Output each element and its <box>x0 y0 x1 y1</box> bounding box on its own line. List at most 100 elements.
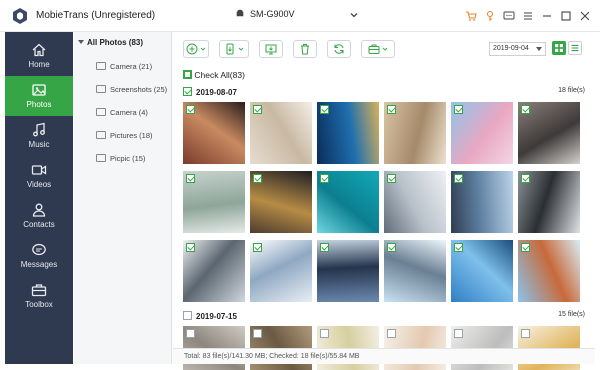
sidebar-item-contacts[interactable]: Contacts <box>5 196 73 236</box>
photo-checkbox[interactable] <box>186 243 195 252</box>
date-filter-select[interactable]: 2019-09-04 <box>489 42 546 56</box>
contacts-icon <box>32 203 46 217</box>
chevron-down-icon <box>382 47 388 51</box>
group-checkbox[interactable] <box>183 87 192 96</box>
export-to-device-button[interactable] <box>219 40 249 58</box>
date-group-header: 2019-07-15 15 file(s) <box>183 311 585 321</box>
menu-icon[interactable] <box>522 10 534 22</box>
toolbar <box>183 40 395 58</box>
album-all-photos[interactable]: All Photos (83) <box>78 38 143 47</box>
photo-thumbnail[interactable] <box>384 240 446 302</box>
group-date: 2019-07-15 <box>196 312 237 321</box>
album-panel: All Photos (83) Camera (21) Screenshots … <box>74 32 172 364</box>
photo-checkbox[interactable] <box>186 329 195 338</box>
photo-checkbox[interactable] <box>521 329 530 338</box>
photo-thumbnail[interactable] <box>183 240 245 302</box>
photo-thumbnail[interactable] <box>317 171 379 233</box>
add-button[interactable] <box>183 40 209 58</box>
device-name: SM-G900V <box>250 9 295 19</box>
photo-thumbnail[interactable] <box>451 240 513 302</box>
photo-thumbnail[interactable] <box>250 102 312 164</box>
sidebar-item-label: Photos <box>26 100 52 109</box>
photo-checkbox[interactable] <box>253 174 262 183</box>
photo-thumbnail[interactable] <box>183 102 245 164</box>
album-item[interactable]: Screenshots (25) <box>96 85 167 94</box>
photo-thumbnail[interactable] <box>250 240 312 302</box>
grid-view-icon <box>555 44 563 52</box>
photo-thumbnail[interactable] <box>384 102 446 164</box>
photo-checkbox[interactable] <box>454 329 463 338</box>
photo-thumbnail[interactable] <box>451 171 513 233</box>
photo-checkbox[interactable] <box>320 243 329 252</box>
album-item[interactable]: Picpic (15) <box>96 154 145 163</box>
sidebar-item-label: Contacts <box>23 220 55 229</box>
music-icon <box>33 122 45 137</box>
sidebar-item-videos[interactable]: Videos <box>5 156 73 196</box>
photo-checkbox[interactable] <box>454 174 463 183</box>
photo-checkbox[interactable] <box>454 105 463 114</box>
photo-thumbnail[interactable] <box>183 171 245 233</box>
grid-view-button[interactable] <box>552 41 566 55</box>
minimize-icon[interactable] <box>541 10 553 22</box>
photo-checkbox[interactable] <box>521 243 530 252</box>
album-item[interactable]: Pictures (18) <box>96 131 153 140</box>
refresh-button[interactable] <box>327 40 351 58</box>
sidebar-item-photos[interactable]: Photos <box>5 76 73 116</box>
photo-thumbnail[interactable] <box>384 171 446 233</box>
export-to-pc-button[interactable] <box>259 40 283 58</box>
delete-button[interactable] <box>293 40 317 58</box>
album-item-label: Picpic (15) <box>110 154 146 163</box>
photo-checkbox[interactable] <box>320 329 329 338</box>
photo-thumbnail[interactable] <box>518 240 580 302</box>
photo-checkbox[interactable] <box>253 243 262 252</box>
photo-checkbox[interactable] <box>320 105 329 114</box>
check-all-label: Check All(83) <box>194 70 245 80</box>
photo-thumbnail[interactable] <box>518 171 580 233</box>
photo-checkbox[interactable] <box>253 329 262 338</box>
key-icon[interactable] <box>484 10 496 22</box>
toolbox-more-button[interactable] <box>361 40 395 58</box>
check-all[interactable]: Check All(83) <box>183 70 245 80</box>
album-item[interactable]: Camera (21) <box>96 62 152 71</box>
photo-checkbox[interactable] <box>521 174 530 183</box>
photo-checkbox[interactable] <box>454 243 463 252</box>
chevron-down-icon[interactable] <box>349 10 359 20</box>
photo-checkbox[interactable] <box>521 105 530 114</box>
photo-thumbnail[interactable] <box>317 102 379 164</box>
group-count: 18 file(s) <box>558 87 585 94</box>
sidebar-item-label: Music <box>28 140 50 149</box>
chevron-down-icon <box>238 47 244 51</box>
export-to-pc-icon <box>265 44 277 55</box>
album-item[interactable]: Camera (4) <box>96 108 148 117</box>
sidebar-item-home[interactable]: Home <box>5 36 73 76</box>
cart-icon[interactable] <box>465 10 477 22</box>
list-view-button[interactable] <box>568 41 582 55</box>
photo-checkbox[interactable] <box>186 105 195 114</box>
photo-thumbnail[interactable] <box>451 102 513 164</box>
photo-checkbox[interactable] <box>186 174 195 183</box>
sidebar-item-messages[interactable]: Messages <box>5 236 73 276</box>
maximize-icon[interactable] <box>560 10 572 22</box>
sidebar-item-music[interactable]: Music <box>5 116 73 156</box>
group-date: 2019-08-07 <box>196 88 237 97</box>
group-checkbox[interactable] <box>183 311 192 320</box>
photo-checkbox[interactable] <box>253 105 262 114</box>
photo-checkbox[interactable] <box>387 243 396 252</box>
photo-thumbnail[interactable] <box>518 102 580 164</box>
sidebar-item-toolbox[interactable]: Toolbox <box>5 276 73 316</box>
device-selector[interactable]: SM-G900V <box>236 9 295 19</box>
photo-checkbox[interactable] <box>387 174 396 183</box>
feedback-icon[interactable] <box>503 10 515 22</box>
home-icon <box>32 43 46 57</box>
close-icon[interactable] <box>579 10 591 22</box>
check-all-checkbox[interactable] <box>183 70 192 79</box>
photo-thumbnail[interactable] <box>317 240 379 302</box>
export-to-device-icon <box>226 43 234 55</box>
photo-checkbox[interactable] <box>387 105 396 114</box>
photo-checkbox[interactable] <box>387 329 396 338</box>
album-item-label: Pictures (18) <box>110 131 153 140</box>
photo-checkbox[interactable] <box>320 174 329 183</box>
photo-thumbnail[interactable] <box>250 171 312 233</box>
date-group-header: 2019-08-07 18 file(s) <box>183 87 585 97</box>
chevron-down-icon <box>536 47 542 51</box>
